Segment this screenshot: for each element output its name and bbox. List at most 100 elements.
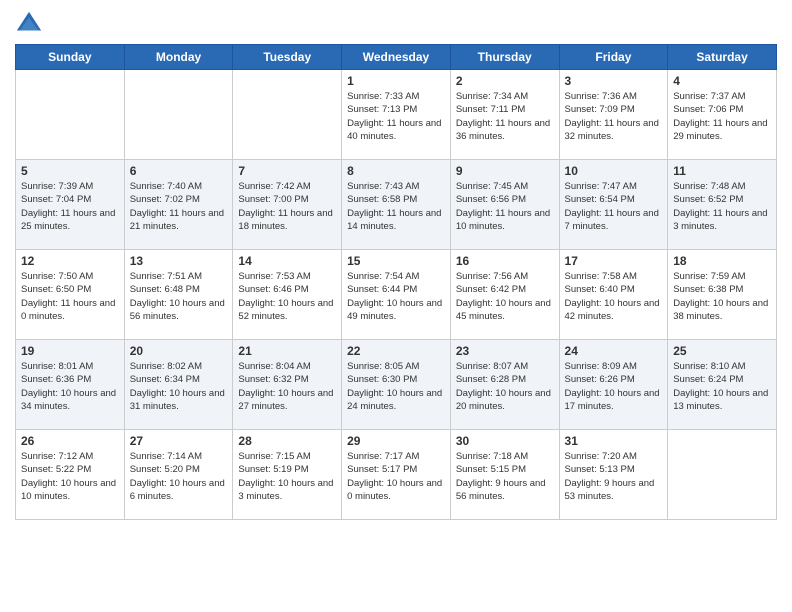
day-info: Sunrise: 7:34 AM Sunset: 7:11 PM Dayligh… [456,90,554,143]
day-info: Sunrise: 7:59 AM Sunset: 6:38 PM Dayligh… [673,270,771,323]
day-number: 23 [456,344,554,358]
day-number: 24 [565,344,663,358]
day-cell: 4Sunrise: 7:37 AM Sunset: 7:06 PM Daylig… [668,70,777,160]
day-info: Sunrise: 7:33 AM Sunset: 7:13 PM Dayligh… [347,90,445,143]
day-cell [668,430,777,520]
day-number: 13 [130,254,228,268]
day-number: 30 [456,434,554,448]
day-cell: 2 Sunrise: 7:34 AM Sunset: 7:11 PM Daylig… [450,70,559,160]
day-number: 21 [238,344,336,358]
day-number: 9 [456,164,554,178]
day-info: Sunrise: 8:02 AM Sunset: 6:34 PM Dayligh… [130,360,228,413]
calendar-header: SundayMondayTuesdayWednesdayThursdayFrid… [16,45,777,70]
day-info: Sunrise: 7:20 AM Sunset: 5:13 PM Dayligh… [565,450,663,503]
day-info: Sunrise: 8:10 AM Sunset: 6:24 PM Dayligh… [673,360,771,413]
logo-icon [15,10,43,38]
day-cell [16,70,125,160]
day-cell [233,70,342,160]
day-cell: 12 Sunrise: 7:50 AM Sunset: 6:50 PM Dayli… [16,250,125,340]
day-info: Sunrise: 8:04 AM Sunset: 6:32 PM Dayligh… [238,360,336,413]
day-number: 16 [456,254,554,268]
day-number: 4 [673,74,771,88]
day-number: 2 [456,74,554,88]
day-cell: 21 Sunrise: 8:04 AM Sunset: 6:32 PM Dayli… [233,340,342,430]
day-number: 1 [347,74,445,88]
day-info: Sunrise: 7:40 AM Sunset: 7:02 PM Dayligh… [130,180,228,233]
day-info: Sunrise: 7:43 AM Sunset: 6:58 PM Dayligh… [347,180,445,233]
day-info: Sunrise: 8:09 AM Sunset: 6:26 PM Dayligh… [565,360,663,413]
day-number: 25 [673,344,771,358]
day-cell [124,70,233,160]
day-number: 15 [347,254,445,268]
header-cell-saturday: Saturday [668,45,777,70]
day-cell: 1 Sunrise: 7:33 AM Sunset: 7:13 PM Daylig… [342,70,451,160]
day-cell: 14 Sunrise: 7:53 AM Sunset: 6:46 PM Dayli… [233,250,342,340]
day-cell: 20 Sunrise: 8:02 AM Sunset: 6:34 PM Dayli… [124,340,233,430]
day-info: Sunrise: 7:47 AM Sunset: 6:54 PM Dayligh… [565,180,663,233]
day-info: Sunrise: 7:51 AM Sunset: 6:48 PM Dayligh… [130,270,228,323]
day-cell: 29 Sunrise: 7:17 AM Sunset: 5:17 PM Dayli… [342,430,451,520]
day-cell: 13 Sunrise: 7:51 AM Sunset: 6:48 PM Dayli… [124,250,233,340]
day-info: Sunrise: 7:39 AM Sunset: 7:04 PM Dayligh… [21,180,119,233]
day-info: Sunrise: 7:42 AM Sunset: 7:00 PM Dayligh… [238,180,336,233]
day-info: Sunrise: 8:05 AM Sunset: 6:30 PM Dayligh… [347,360,445,413]
day-cell: 7Sunrise: 7:42 AM Sunset: 7:00 PM Daylig… [233,160,342,250]
header-cell-thursday: Thursday [450,45,559,70]
day-number: 8 [347,164,445,178]
logo [15,10,47,38]
day-number: 27 [130,434,228,448]
day-info: Sunrise: 7:12 AM Sunset: 5:22 PM Dayligh… [21,450,119,503]
day-number: 26 [21,434,119,448]
week-row-3: 12 Sunrise: 7:50 AM Sunset: 6:50 PM Dayli… [16,250,777,340]
day-number: 5 [21,164,119,178]
day-number: 14 [238,254,336,268]
day-info: Sunrise: 8:07 AM Sunset: 6:28 PM Dayligh… [456,360,554,413]
day-cell: 6 Sunrise: 7:40 AM Sunset: 7:02 PM Daylig… [124,160,233,250]
day-info: Sunrise: 7:15 AM Sunset: 5:19 PM Dayligh… [238,450,336,503]
header-cell-sunday: Sunday [16,45,125,70]
day-cell: 11Sunrise: 7:48 AM Sunset: 6:52 PM Dayli… [668,160,777,250]
day-number: 31 [565,434,663,448]
week-row-5: 26 Sunrise: 7:12 AM Sunset: 5:22 PM Dayli… [16,430,777,520]
header-cell-monday: Monday [124,45,233,70]
day-info: Sunrise: 7:58 AM Sunset: 6:40 PM Dayligh… [565,270,663,323]
page-header [15,10,777,38]
day-number: 29 [347,434,445,448]
day-cell: 24 Sunrise: 8:09 AM Sunset: 6:26 PM Dayli… [559,340,668,430]
calendar-table: SundayMondayTuesdayWednesdayThursdayFrid… [15,44,777,520]
day-cell: 15 Sunrise: 7:54 AM Sunset: 6:44 PM Dayli… [342,250,451,340]
day-info: Sunrise: 7:45 AM Sunset: 6:56 PM Dayligh… [456,180,554,233]
day-info: Sunrise: 7:48 AM Sunset: 6:52 PM Dayligh… [673,180,771,233]
day-cell: 10 Sunrise: 7:47 AM Sunset: 6:54 PM Dayli… [559,160,668,250]
day-info: Sunrise: 8:01 AM Sunset: 6:36 PM Dayligh… [21,360,119,413]
day-cell: 23 Sunrise: 8:07 AM Sunset: 6:28 PM Dayli… [450,340,559,430]
day-info: Sunrise: 7:53 AM Sunset: 6:46 PM Dayligh… [238,270,336,323]
day-cell: 17 Sunrise: 7:58 AM Sunset: 6:40 PM Dayli… [559,250,668,340]
day-cell: 19Sunrise: 8:01 AM Sunset: 6:36 PM Dayli… [16,340,125,430]
day-info: Sunrise: 7:50 AM Sunset: 6:50 PM Dayligh… [21,270,119,323]
day-cell: 30Sunrise: 7:18 AM Sunset: 5:15 PM Dayli… [450,430,559,520]
header-cell-tuesday: Tuesday [233,45,342,70]
day-cell: 9 Sunrise: 7:45 AM Sunset: 6:56 PM Daylig… [450,160,559,250]
day-number: 6 [130,164,228,178]
day-info: Sunrise: 7:56 AM Sunset: 6:42 PM Dayligh… [456,270,554,323]
day-cell: 16 Sunrise: 7:56 AM Sunset: 6:42 PM Dayli… [450,250,559,340]
day-number: 28 [238,434,336,448]
day-cell: 26 Sunrise: 7:12 AM Sunset: 5:22 PM Dayli… [16,430,125,520]
day-info: Sunrise: 7:54 AM Sunset: 6:44 PM Dayligh… [347,270,445,323]
day-number: 3 [565,74,663,88]
day-number: 22 [347,344,445,358]
calendar-body: 1 Sunrise: 7:33 AM Sunset: 7:13 PM Daylig… [16,70,777,520]
day-cell: 27Sunrise: 7:14 AM Sunset: 5:20 PM Dayli… [124,430,233,520]
day-number: 12 [21,254,119,268]
day-number: 18 [673,254,771,268]
day-number: 10 [565,164,663,178]
day-cell: 31 Sunrise: 7:20 AM Sunset: 5:13 PM Dayli… [559,430,668,520]
day-info: Sunrise: 7:17 AM Sunset: 5:17 PM Dayligh… [347,450,445,503]
day-cell: 28 Sunrise: 7:15 AM Sunset: 5:19 PM Dayli… [233,430,342,520]
day-number: 17 [565,254,663,268]
header-row: SundayMondayTuesdayWednesdayThursdayFrid… [16,45,777,70]
day-cell: 22 Sunrise: 8:05 AM Sunset: 6:30 PM Dayli… [342,340,451,430]
day-info: Sunrise: 7:36 AM Sunset: 7:09 PM Dayligh… [565,90,663,143]
day-number: 20 [130,344,228,358]
